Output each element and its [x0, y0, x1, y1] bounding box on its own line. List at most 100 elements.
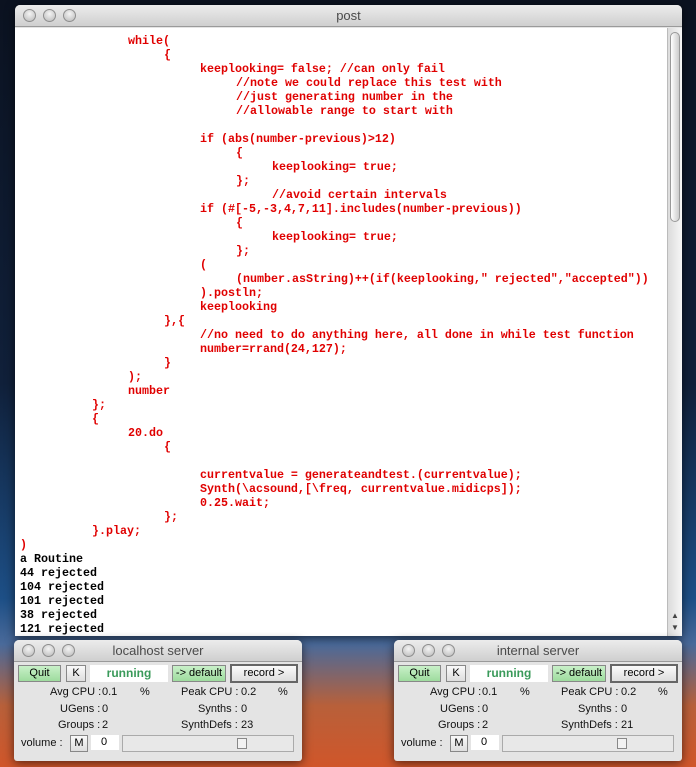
ugens-value: 0: [482, 703, 489, 715]
post-window: post while({keeplooking= false; //can on…: [15, 5, 682, 636]
volume-slider[interactable]: [122, 735, 294, 752]
zoom-button[interactable]: [63, 9, 76, 22]
code-line: {: [236, 216, 243, 230]
peak-cpu-value: 0.2: [621, 686, 637, 698]
synths-label: Synths :: [198, 703, 238, 715]
code-line: keeplooking= true;: [272, 230, 398, 244]
scrollbar-thumb[interactable]: [670, 32, 680, 222]
volume-slider-knob[interactable]: [236, 738, 247, 749]
record-button[interactable]: record >: [230, 664, 298, 683]
record-button[interactable]: record >: [610, 664, 678, 683]
post-titlebar[interactable]: post: [15, 5, 682, 27]
code-line: {: [236, 146, 243, 160]
default-button[interactable]: -> default: [552, 665, 606, 682]
peak-cpu-unit: %: [278, 686, 288, 698]
output-line: 104 rejected: [20, 580, 104, 594]
volume-slider[interactable]: [502, 735, 674, 752]
synthdefs-value: 23: [241, 719, 254, 731]
peak-cpu-unit: %: [658, 686, 668, 698]
code-line: currentvalue = generateandtest.(currentv…: [200, 468, 522, 482]
mute-button[interactable]: M: [70, 735, 88, 752]
internal-server-window: internal server Quit K running -> defaul…: [394, 640, 682, 761]
synthdefs-value: 21: [621, 719, 634, 731]
avg-cpu-unit: %: [520, 686, 530, 698]
code-line: number=rrand(24,127);: [200, 342, 347, 356]
code-line: {: [92, 412, 99, 426]
server-titlebar[interactable]: localhost server: [14, 640, 302, 662]
window-title: post: [336, 8, 361, 23]
code-line: }: [164, 356, 171, 370]
code-line: {: [164, 48, 171, 62]
volume-field[interactable]: 0: [91, 735, 119, 750]
scroll-down-arrow-icon[interactable]: ▼: [671, 623, 679, 632]
vertical-scrollbar[interactable]: ▲ ▼: [667, 28, 682, 636]
groups-value: 2: [482, 719, 489, 731]
groups-label: Groups :: [58, 719, 101, 731]
code-line: if (#[-5,-3,4,7,11].includes(number-prev…: [200, 202, 522, 216]
ugens-label: UGens :: [440, 703, 481, 715]
code-line: while(: [128, 34, 170, 48]
volume-label: volume :: [401, 737, 443, 749]
ugens-label: UGens :: [60, 703, 101, 715]
localhost-server-window: localhost server Quit K running -> defau…: [14, 640, 302, 761]
code-line: };: [164, 510, 178, 524]
code-line: ): [20, 538, 27, 552]
code-line: //just generating number in the: [236, 90, 453, 104]
code-line: {: [164, 440, 171, 454]
close-button[interactable]: [22, 644, 35, 657]
output-line: 121 rejected: [20, 622, 104, 636]
output-line: 44 rejected: [20, 566, 97, 580]
minimize-button[interactable]: [422, 644, 435, 657]
default-button[interactable]: -> default: [172, 665, 226, 682]
zoom-button[interactable]: [62, 644, 75, 657]
server-status: running: [470, 665, 548, 682]
code-line: }.play;: [92, 524, 141, 538]
ugens-value: 0: [102, 703, 109, 715]
code-line: keeplooking: [200, 300, 277, 314]
peak-cpu-label: Peak CPU :: [181, 686, 239, 698]
code-line: (number.asString)++(if(keeplooking," rej…: [236, 272, 649, 286]
volume-label: volume :: [21, 737, 63, 749]
minimize-button[interactable]: [43, 9, 56, 22]
zoom-button[interactable]: [442, 644, 455, 657]
avg-cpu-value: 0.1: [482, 686, 498, 698]
code-line: if (abs(number-previous)>12): [200, 132, 396, 146]
code-line: );: [128, 370, 142, 384]
code-line: //note we could replace this test with: [236, 76, 502, 90]
synths-value: 0: [241, 703, 248, 715]
post-text-area[interactable]: while({keeplooking= false; //can only fa…: [15, 28, 667, 636]
code-line: 20.do: [128, 426, 163, 440]
code-line: keeplooking= false; //can only fail: [200, 62, 445, 76]
avg-cpu-value: 0.1: [102, 686, 118, 698]
kill-button[interactable]: K: [446, 665, 466, 682]
avg-cpu-label: Avg CPU :: [50, 686, 102, 698]
server-title: internal server: [496, 643, 580, 658]
code-line: keeplooking= true;: [272, 160, 398, 174]
code-line: //no need to do anything here, all done …: [200, 328, 634, 342]
code-line: //avoid certain intervals: [272, 188, 447, 202]
synthdefs-label: SynthDefs :: [181, 719, 238, 731]
close-button[interactable]: [23, 9, 36, 22]
synthdefs-label: SynthDefs :: [561, 719, 618, 731]
output-line: a Routine: [20, 552, 83, 566]
scroll-up-arrow-icon[interactable]: ▲: [671, 611, 679, 620]
server-titlebar[interactable]: internal server: [394, 640, 682, 662]
close-button[interactable]: [402, 644, 415, 657]
output-line: 38 rejected: [20, 608, 97, 622]
mute-button[interactable]: M: [450, 735, 468, 752]
synths-label: Synths :: [578, 703, 618, 715]
code-line: (: [200, 258, 207, 272]
code-line: number: [128, 384, 170, 398]
groups-value: 2: [102, 719, 109, 731]
server-title: localhost server: [112, 643, 204, 658]
quit-button[interactable]: Quit: [18, 665, 61, 682]
volume-field[interactable]: 0: [471, 735, 499, 750]
volume-slider-knob[interactable]: [616, 738, 627, 749]
peak-cpu-value: 0.2: [241, 686, 257, 698]
kill-button[interactable]: K: [66, 665, 86, 682]
groups-label: Groups :: [438, 719, 481, 731]
quit-button[interactable]: Quit: [398, 665, 441, 682]
output-line: 101 rejected: [20, 594, 104, 608]
minimize-button[interactable]: [42, 644, 55, 657]
code-line: //allowable range to start with: [236, 104, 453, 118]
